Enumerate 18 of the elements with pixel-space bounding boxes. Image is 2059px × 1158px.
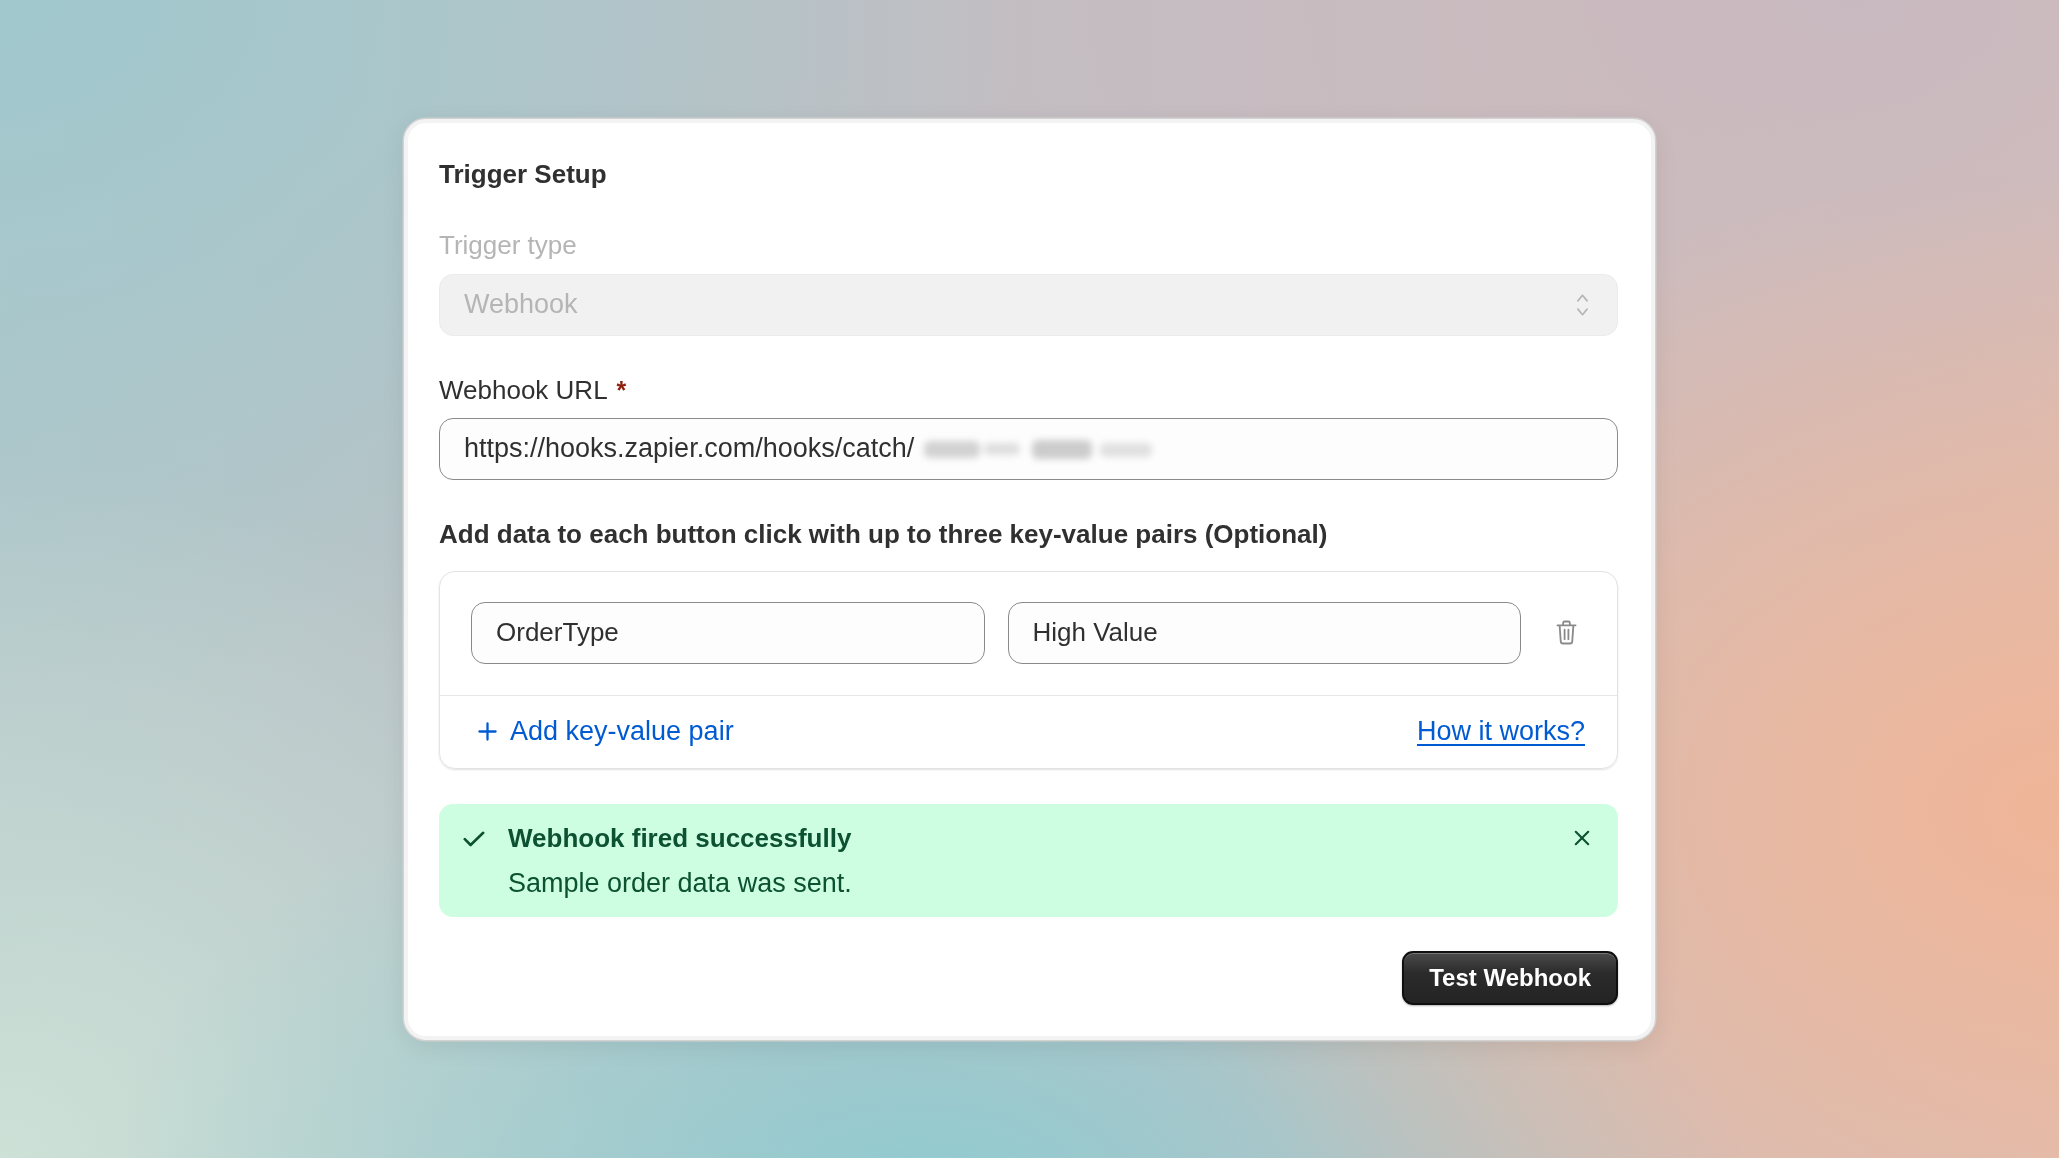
field-label: Trigger type	[439, 229, 577, 260]
required-mark: *	[616, 374, 627, 405]
value-input[interactable]: High Value	[1007, 601, 1521, 664]
chevron-up-down-icon	[1576, 292, 1589, 317]
webhook-url-field[interactable]: https://hooks.zapier.com/hooks/catch/	[439, 417, 1618, 480]
alert-title: Webhook fired successfully	[508, 822, 852, 853]
field-label: Webhook URL	[439, 374, 608, 405]
how-it-works-link[interactable]: How it works?	[1416, 716, 1585, 747]
trash-icon[interactable]	[1556, 620, 1577, 645]
test-webhook-button[interactable]: Test Webhook	[1402, 950, 1618, 1005]
add-key-value-link[interactable]: Add key-value pair	[478, 716, 734, 747]
plus-icon	[478, 722, 497, 741]
alert-message: Sample order data was sent.	[508, 867, 852, 898]
check-icon	[463, 830, 485, 847]
card-title: Trigger Setup	[439, 158, 608, 189]
close-icon	[1574, 829, 1590, 846]
key-input[interactable]: OrderType	[471, 601, 985, 664]
section-label: Add data to each button click with up to three key-value pairs (Optional)	[439, 518, 1328, 549]
